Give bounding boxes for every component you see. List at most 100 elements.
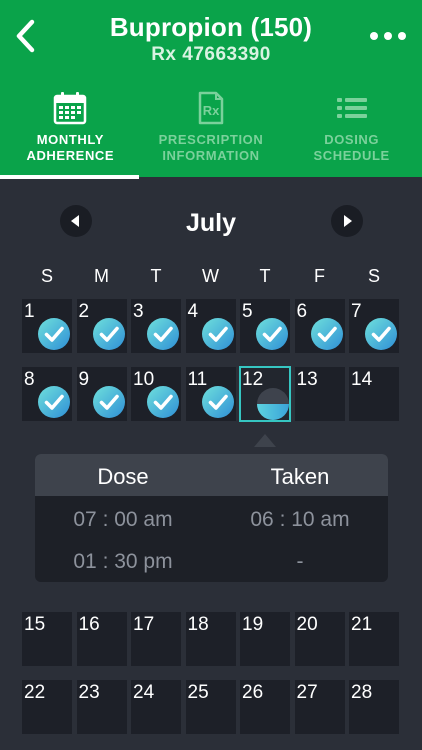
dose-taken-check-icon <box>201 318 234 350</box>
dose-taken-check-icon <box>256 318 288 350</box>
day-number: 7 <box>351 301 362 322</box>
day-number: 25 <box>187 682 209 703</box>
calendar-day[interactable]: 27 <box>294 680 345 734</box>
dose-time: 01 : 30 pm <box>73 550 173 573</box>
day-number: 17 <box>133 614 155 635</box>
dose-taken-check-icon <box>38 318 70 350</box>
partial-dose-icon <box>257 388 289 420</box>
calendar-day[interactable]: 22 <box>22 680 72 734</box>
day-number: 27 <box>296 682 318 703</box>
tab-dosing-schedule[interactable]: DOSING SCHEDULE <box>281 84 422 177</box>
day-number: 19 <box>242 614 264 635</box>
day-number: 5 <box>242 301 253 322</box>
weekday-label: F <box>314 266 325 286</box>
day-number: 9 <box>78 369 90 390</box>
day-number: 13 <box>296 369 318 390</box>
tab-label-line1: MONTHLY <box>36 132 104 147</box>
dose-taken-check-icon <box>310 318 343 350</box>
caret-right-icon <box>344 215 352 227</box>
day-number: 2 <box>78 301 90 322</box>
tab-label-line1: PRESCRIPTION <box>158 132 264 147</box>
dose-taken-check-icon <box>147 318 179 350</box>
calendar-day[interactable]: 3 <box>131 299 181 353</box>
day-number: 24 <box>133 682 155 703</box>
day-number: 12 <box>242 369 264 390</box>
month-navigation: July <box>0 200 422 244</box>
calendar-day[interactable]: 4 <box>185 299 236 353</box>
day-number: 18 <box>187 614 209 635</box>
dose-column-header: Dose <box>97 464 149 489</box>
calendar-day[interactable]: 2 <box>76 299 127 353</box>
tab-monthly-adherence[interactable]: MONTHLY ADHERENCE <box>0 84 141 177</box>
day-number: 21 <box>351 614 373 635</box>
calendar-day[interactable]: 7 <box>349 299 399 353</box>
dose-taken-check-icon <box>201 386 234 418</box>
calendar-day[interactable]: 28 <box>349 680 399 734</box>
day-number: 3 <box>133 301 144 322</box>
day-number: 23 <box>78 682 100 703</box>
tab-label-line2: INFORMATION <box>162 148 260 163</box>
dose-time: 07 : 00 am <box>73 508 173 531</box>
dose-taken-check-icon <box>38 386 70 418</box>
weekday-label: S <box>40 266 53 286</box>
popup-pointer <box>254 434 276 447</box>
calendar-day[interactable]: 12 <box>239 366 291 422</box>
taken-time: 06 : 10 am <box>250 508 350 531</box>
calendar-day[interactable]: 26 <box>240 680 290 734</box>
day-number: 8 <box>24 369 35 390</box>
tab-prescription-information[interactable]: Rx PRESCRIPTION INFORMATION <box>141 84 282 177</box>
calendar-day[interactable]: 20 <box>294 612 345 666</box>
tab-label-line2: ADHERENCE <box>26 148 115 163</box>
dose-taken-check-icon <box>92 318 125 350</box>
weekday-label: W <box>202 266 219 286</box>
taken-time: - <box>296 550 304 573</box>
calendar-icon <box>54 92 87 125</box>
calendar-day[interactable]: 15 <box>22 612 72 666</box>
calendar-day[interactable]: 11 <box>185 367 236 421</box>
day-number: 16 <box>78 614 100 635</box>
calendar-day[interactable]: 1 <box>22 299 72 353</box>
calendar-day[interactable]: 24 <box>131 680 181 734</box>
dose-detail-popup: Dose Taken 07 : 00 am 06 : 10 am 01 : 30… <box>35 454 388 582</box>
weekday-header: S M T W T F S <box>22 266 402 288</box>
popup-header: Dose Taken <box>35 454 388 496</box>
calendar-day[interactable]: 17 <box>131 612 181 666</box>
calendar-day[interactable]: 23 <box>76 680 127 734</box>
calendar-day[interactable]: 10 <box>131 367 181 421</box>
rx-number: Rx 47663390 <box>151 44 271 65</box>
tab-bar: MONTHLY ADHERENCE Rx PRESCRIPTION INFORM… <box>0 84 422 177</box>
weekday-label: T <box>259 266 271 286</box>
calendar-day[interactable]: 18 <box>185 612 236 666</box>
calendar-day[interactable]: 8 <box>22 367 72 421</box>
active-tab-indicator <box>0 175 139 179</box>
calendar-day[interactable]: 13 <box>294 367 345 421</box>
next-month-button[interactable] <box>331 205 363 237</box>
calendar-day[interactable]: 9 <box>76 367 127 421</box>
weekday-label: M <box>94 266 109 286</box>
calendar-day[interactable]: 21 <box>349 612 399 666</box>
calendar-day[interactable]: 14 <box>349 367 399 421</box>
tab-label-line1: DOSING <box>324 132 380 147</box>
day-number: 22 <box>24 682 46 703</box>
day-number: 1 <box>24 301 35 322</box>
day-number: 14 <box>351 369 373 390</box>
calendar-day[interactable]: 19 <box>240 612 290 666</box>
calendar-day[interactable]: 6 <box>294 299 345 353</box>
app-header: Bupropion (150) Rx 47663390 MONTHLY ADHE… <box>0 0 422 177</box>
medication-title: Bupropion (150) <box>109 12 313 42</box>
day-number: 15 <box>24 614 46 635</box>
more-options-icon[interactable] <box>368 30 408 42</box>
dose-taken-check-icon <box>147 386 179 418</box>
calendar-day[interactable]: 5 <box>240 299 290 353</box>
weekday-label: S <box>367 266 380 286</box>
tab-label-line2: SCHEDULE <box>313 148 390 163</box>
day-number: 4 <box>187 301 199 322</box>
day-number: 26 <box>242 682 264 703</box>
day-number: 6 <box>296 301 308 322</box>
dose-taken-check-icon <box>365 318 397 350</box>
weekday-label: T <box>150 266 162 286</box>
calendar-day[interactable]: 25 <box>185 680 236 734</box>
list-icon <box>336 98 367 118</box>
calendar-day[interactable]: 16 <box>76 612 127 666</box>
svg-text:Rx: Rx <box>203 103 220 118</box>
